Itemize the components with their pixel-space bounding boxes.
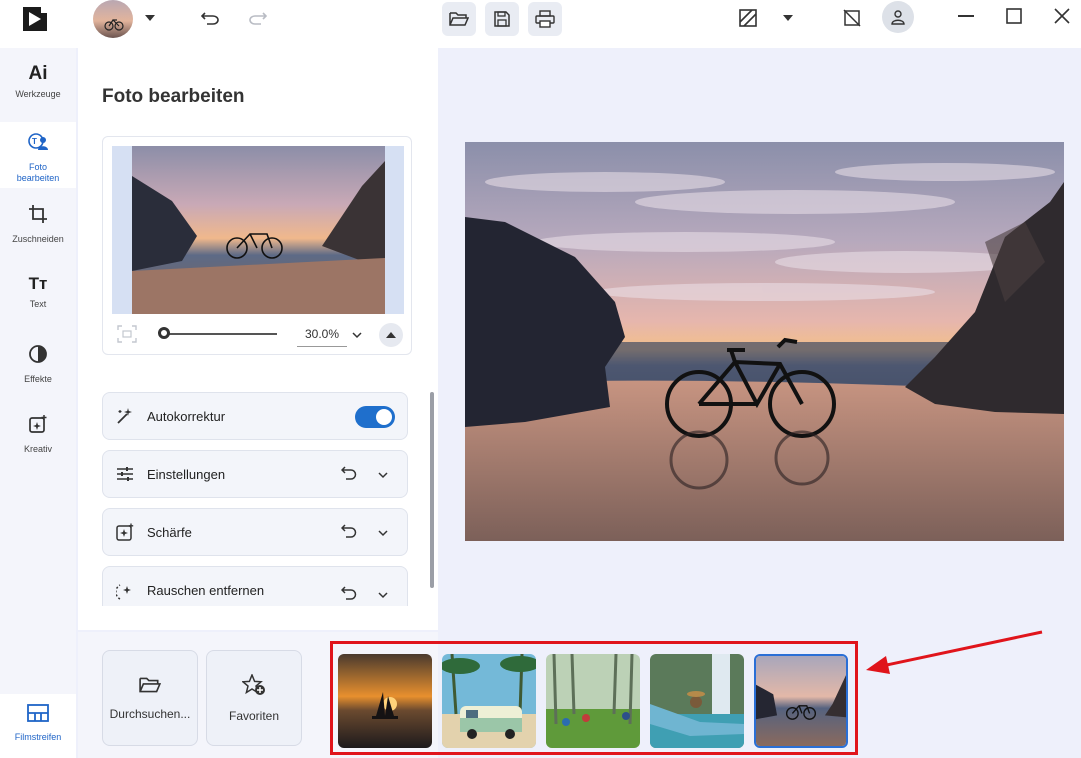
title-bar (0, 0, 1081, 48)
panel-scrollbar[interactable] (430, 392, 434, 588)
favorites-label: Favoriten (228, 708, 280, 723)
reset-icon[interactable] (340, 585, 357, 606)
crop-icon (28, 204, 48, 229)
browse-label: Durchsuchen... (109, 706, 191, 721)
zoom-slider-handle[interactable] (158, 327, 170, 339)
section-schaerfe[interactable]: Schärfe (102, 508, 408, 556)
section-rauschen-entfernen[interactable]: Rauschen entfernen (102, 566, 408, 606)
magic-wand-icon (115, 406, 135, 426)
section-label: Autokorrektur (147, 408, 226, 424)
rail-item-label: Effekte (24, 374, 52, 384)
filmstrip-icon (27, 704, 49, 727)
compare-icon[interactable] (736, 6, 760, 30)
rail-item-effekte[interactable]: Effekte (0, 334, 76, 402)
print-icon[interactable] (528, 2, 562, 36)
effects-icon (28, 344, 48, 369)
rail-item-text[interactable]: Tт Text (0, 264, 76, 332)
left-rail: Ai Werkzeuge T Foto bearbeiten Zuschneid… (0, 48, 76, 758)
rail-item-kreativ[interactable]: Kreativ (0, 404, 76, 472)
collapse-navigator-button[interactable] (379, 323, 403, 347)
chevron-down-icon[interactable] (142, 10, 158, 26)
text-icon: Tт (28, 274, 48, 293)
thumb-bicycle-beach[interactable] (754, 654, 848, 748)
open-folder-icon (139, 676, 162, 699)
reset-icon[interactable] (340, 465, 357, 486)
svg-text:T: T (32, 137, 37, 146)
chevron-down-icon[interactable] (351, 327, 363, 345)
close-icon[interactable] (1052, 6, 1072, 26)
favorites-button[interactable]: Favoriten (206, 650, 302, 746)
creative-icon (28, 414, 48, 439)
section-label: Rauschen entfernen (147, 583, 265, 598)
browse-button[interactable]: Durchsuchen... (102, 650, 198, 746)
redo-icon[interactable] (246, 6, 270, 30)
hide-panel-icon[interactable] (840, 6, 864, 30)
save-icon[interactable] (485, 2, 519, 36)
chevron-down-icon[interactable] (377, 525, 389, 543)
reset-icon[interactable] (340, 523, 357, 544)
maximize-icon[interactable] (1004, 6, 1024, 26)
section-label: Einstellungen (147, 466, 226, 482)
navigator-card: 30.0% (102, 136, 412, 355)
ai-icon: Ai (28, 63, 48, 84)
denoise-icon (115, 581, 135, 601)
minimize-icon[interactable] (956, 6, 976, 26)
open-folder-icon[interactable] (442, 2, 476, 36)
rail-item-label: Werkzeuge (15, 89, 61, 99)
panel-title: Foto bearbeiten (102, 86, 245, 107)
thumb-woman-waterfall[interactable] (650, 654, 744, 748)
avatar[interactable] (93, 0, 133, 38)
thumb-children-meadow[interactable] (546, 654, 640, 748)
photo-edit-icon: T (27, 132, 49, 157)
zoom-value[interactable]: 30.0% (297, 325, 347, 347)
sliders-icon (115, 464, 135, 484)
section-autokorrektur[interactable]: Autokorrektur (102, 392, 408, 440)
chevron-down-icon[interactable] (780, 10, 796, 26)
main-photo[interactable] (465, 142, 1064, 541)
filmstrip (330, 641, 858, 755)
rail-item-foto-bearbeiten[interactable]: T Foto bearbeiten (0, 122, 76, 188)
thumb-camper-van-beach[interactable] (442, 654, 536, 748)
undo-icon[interactable] (198, 6, 222, 30)
sharpen-icon (115, 522, 135, 542)
rail-item-label: Zuschneiden (12, 234, 64, 244)
navigator-thumbnail[interactable] (132, 146, 385, 314)
fit-screen-icon[interactable] (117, 325, 137, 348)
rail-item-filmstreifen[interactable]: Filmstreifen (0, 694, 76, 758)
chevron-down-icon[interactable] (377, 587, 389, 605)
rail-item-label: Filmstreifen (14, 732, 62, 742)
zoom-row: 30.0% (103, 315, 413, 355)
rail-item-werkzeuge[interactable]: Ai Werkzeuge (0, 54, 76, 122)
rail-item-label: Kreativ (23, 444, 52, 454)
annotation-arrow (862, 628, 1046, 678)
star-add-icon (241, 672, 266, 701)
app-logo-icon (20, 4, 50, 34)
thumb-sailboat-sunset[interactable] (338, 654, 432, 748)
rail-item-label: Foto bearbeiten (16, 162, 60, 183)
section-label: Schärfe (147, 524, 192, 540)
toggle-knob (376, 409, 392, 425)
account-icon[interactable] (882, 1, 914, 33)
edit-panel: Foto bearbeiten 30.0% Autokorrektur Eins… (78, 48, 438, 630)
zoom-slider[interactable] (161, 333, 277, 335)
section-einstellungen[interactable]: Einstellungen (102, 450, 408, 498)
autokorrektur-toggle[interactable] (355, 406, 395, 428)
chevron-down-icon[interactable] (377, 467, 389, 485)
rail-item-zuschneiden[interactable]: Zuschneiden (0, 194, 76, 262)
rail-item-label: Text (29, 299, 47, 309)
